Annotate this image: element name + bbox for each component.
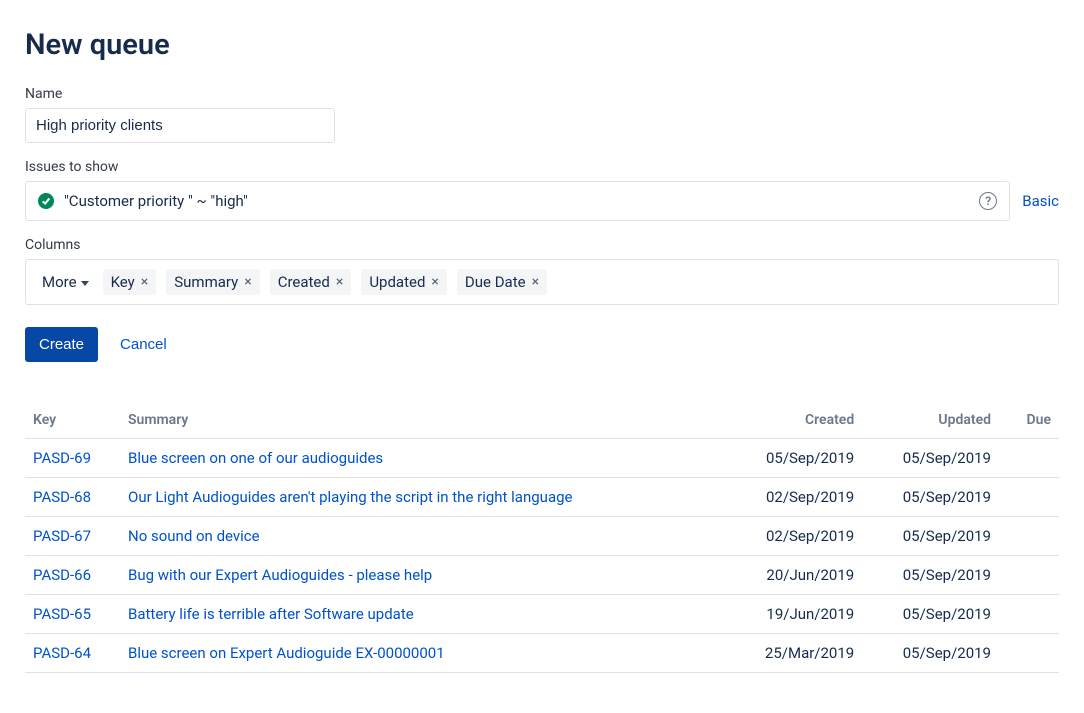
- th-due[interactable]: Due: [999, 404, 1059, 439]
- issue-summary-link[interactable]: Blue screen on Expert Audioguide EX-0000…: [128, 644, 445, 662]
- cell-created: 02/Sep/2019: [724, 517, 862, 556]
- cell-created: 19/Jun/2019: [724, 595, 862, 634]
- issue-summary-link[interactable]: Blue screen on one of our audioguides: [128, 449, 383, 467]
- chip-label: Updated: [369, 273, 425, 291]
- close-icon[interactable]: ×: [431, 275, 438, 289]
- issue-summary-link[interactable]: No sound on device: [128, 527, 260, 545]
- cell-updated: 05/Sep/2019: [862, 517, 999, 556]
- cell-due: [999, 634, 1059, 673]
- issue-key-link[interactable]: PASD-67: [33, 527, 91, 545]
- issue-summary-link[interactable]: Our Light Audioguides aren't playing the…: [128, 488, 572, 506]
- table-row: PASD-65 Battery life is terrible after So…: [25, 595, 1059, 634]
- cell-due: [999, 517, 1059, 556]
- create-button[interactable]: Create: [25, 327, 98, 362]
- table-row: PASD-67 No sound on device 02/Sep/201905/S…: [25, 517, 1059, 556]
- more-columns-button[interactable]: More: [38, 271, 93, 293]
- chevron-down-icon: [81, 281, 89, 286]
- columns-box: More Key×Summary×Created×Updated×Due Dat…: [25, 259, 1059, 305]
- chip-label: Summary: [174, 273, 238, 291]
- chip-label: Due Date: [465, 273, 526, 291]
- table-row: PASD-69 Blue screen on one of our audiogu…: [25, 439, 1059, 478]
- issue-key-link[interactable]: PASD-68: [33, 488, 91, 506]
- jql-text[interactable]: "Customer priority " ~ "high": [64, 192, 969, 210]
- close-icon[interactable]: ×: [336, 275, 343, 289]
- issues-table: Key Summary Created Updated Due PASD-69 B…: [25, 404, 1059, 673]
- cell-created: 02/Sep/2019: [724, 478, 862, 517]
- column-chip[interactable]: Summary ×: [166, 269, 259, 295]
- column-chip[interactable]: Updated ×: [361, 269, 447, 295]
- cell-created: 25/Mar/2019: [724, 634, 862, 673]
- help-icon[interactable]: ?: [979, 192, 997, 210]
- issue-summary-link[interactable]: Bug with our Expert Audioguides - please…: [128, 566, 432, 584]
- th-updated[interactable]: Updated: [862, 404, 999, 439]
- issue-key-link[interactable]: PASD-69: [33, 449, 91, 467]
- issue-key-link[interactable]: PASD-66: [33, 566, 91, 584]
- page-title: New queue: [25, 28, 1059, 62]
- cell-created: 05/Sep/2019: [724, 439, 862, 478]
- table-row: PASD-64 Blue screen on Expert Audioguide …: [25, 634, 1059, 673]
- issue-summary-link[interactable]: Battery life is terrible after Software …: [128, 605, 414, 623]
- th-created[interactable]: Created: [724, 404, 862, 439]
- issues-label: Issues to show: [25, 159, 1059, 175]
- cancel-button[interactable]: Cancel: [120, 336, 167, 353]
- cell-updated: 05/Sep/2019: [862, 478, 999, 517]
- issue-key-link[interactable]: PASD-64: [33, 644, 91, 662]
- close-icon[interactable]: ×: [141, 275, 148, 289]
- jql-input-box[interactable]: "Customer priority " ~ "high" ?: [25, 181, 1010, 221]
- column-chip[interactable]: Created ×: [270, 269, 352, 295]
- issue-key-link[interactable]: PASD-65: [33, 605, 91, 623]
- cell-due: [999, 556, 1059, 595]
- cell-created: 20/Jun/2019: [724, 556, 862, 595]
- name-label: Name: [25, 86, 1059, 102]
- close-icon[interactable]: ×: [532, 275, 539, 289]
- chip-label: Created: [278, 273, 330, 291]
- chip-label: Key: [111, 273, 135, 291]
- table-row: PASD-66 Bug with our Expert Audioguides -…: [25, 556, 1059, 595]
- column-chip[interactable]: Key ×: [103, 269, 157, 295]
- table-row: PASD-68 Our Light Audioguides aren't play…: [25, 478, 1059, 517]
- th-summary[interactable]: Summary: [120, 404, 724, 439]
- cell-due: [999, 478, 1059, 517]
- th-key[interactable]: Key: [25, 404, 120, 439]
- column-chip[interactable]: Due Date ×: [457, 269, 547, 295]
- more-label: More: [42, 273, 77, 291]
- valid-check-icon: [38, 193, 54, 209]
- cell-updated: 05/Sep/2019: [862, 595, 999, 634]
- close-icon[interactable]: ×: [244, 275, 251, 289]
- cell-due: [999, 595, 1059, 634]
- cell-updated: 05/Sep/2019: [862, 439, 999, 478]
- columns-label: Columns: [25, 237, 1059, 253]
- cell-updated: 05/Sep/2019: [862, 556, 999, 595]
- name-input[interactable]: [25, 108, 335, 143]
- cell-updated: 05/Sep/2019: [862, 634, 999, 673]
- basic-mode-link[interactable]: Basic: [1022, 192, 1059, 210]
- cell-due: [999, 439, 1059, 478]
